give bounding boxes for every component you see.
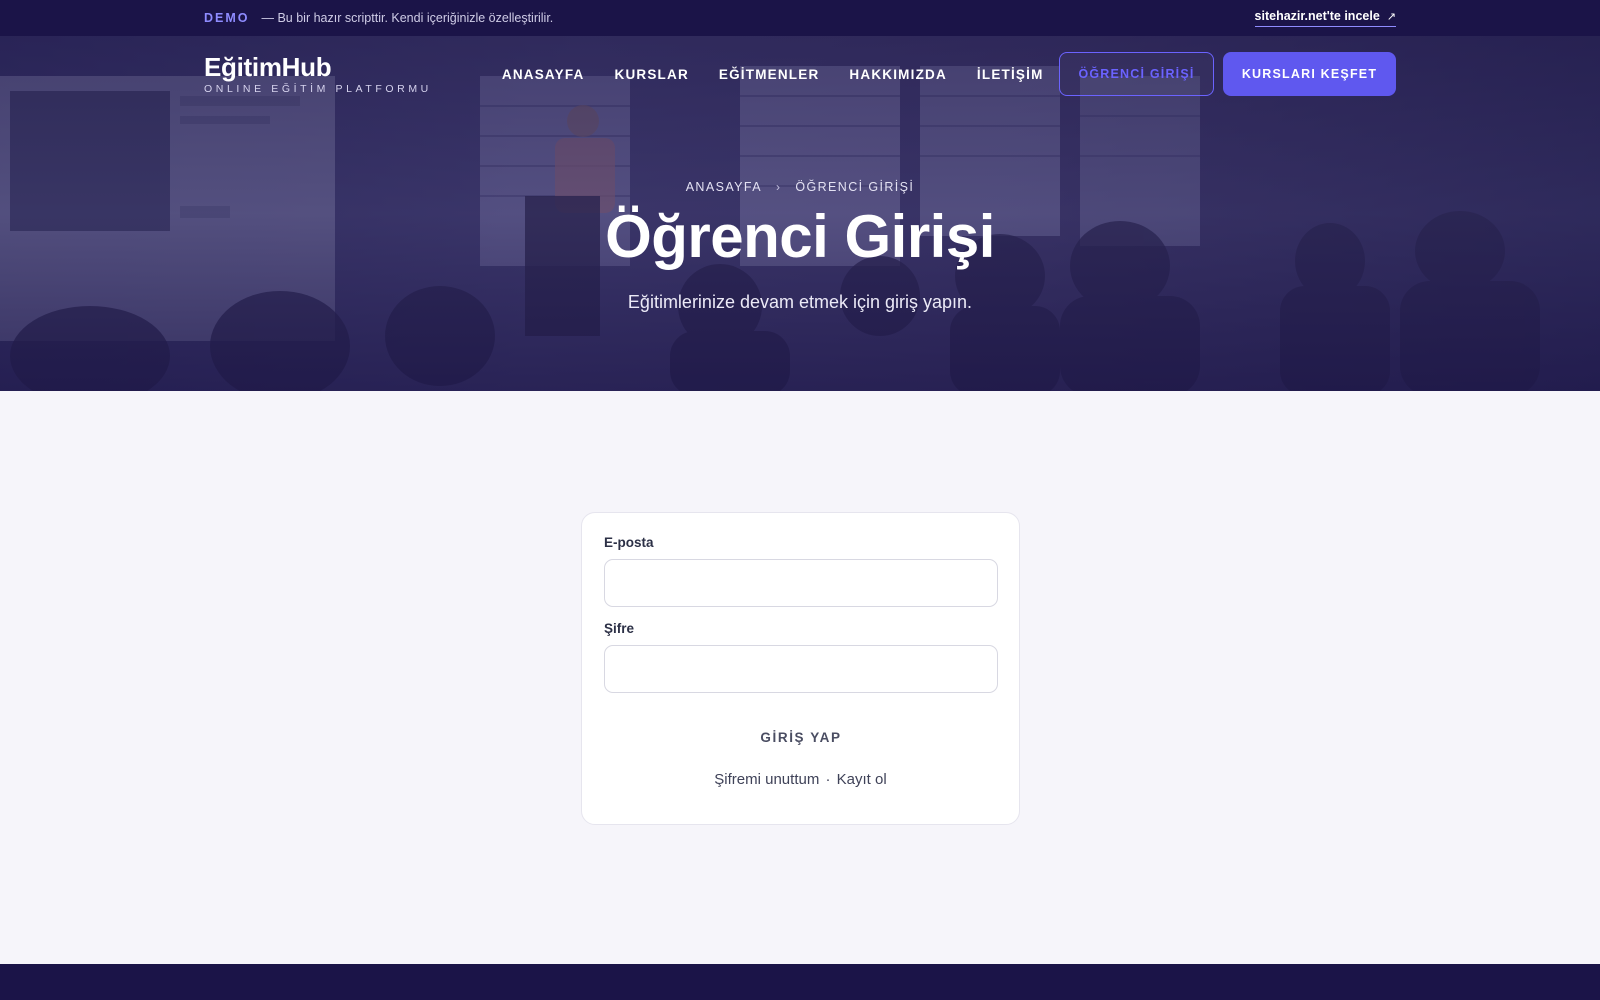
sitehazir-link[interactable]: sitehazir.net'te incele ↗	[1254, 9, 1396, 27]
demo-tag: DEMO	[204, 11, 250, 25]
forgot-password-link[interactable]: Şifremi unuttum	[714, 771, 819, 788]
demo-notice: DEMO — Bu bir hazır scripttir. Kendi içe…	[204, 11, 553, 25]
footer	[0, 964, 1600, 1000]
nav-item-egitmenler[interactable]: EĞİTMENLER	[719, 67, 820, 82]
demo-bar: DEMO — Bu bir hazır scripttir. Kendi içe…	[0, 0, 1600, 36]
site-header: EğitimHub ONLINE EĞİTİM PLATFORMU ANASAY…	[204, 52, 1396, 96]
nav-item-kurslar[interactable]: KURSLAR	[615, 67, 689, 82]
password-label: Şifre	[604, 621, 635, 636]
brand-tagline: ONLINE EĞİTİM PLATFORMU	[204, 83, 432, 95]
login-submit-button[interactable]: GİRİŞ YAP	[604, 717, 998, 757]
student-login-button[interactable]: ÖĞRENCİ GİRİŞİ	[1059, 52, 1214, 96]
nav-item-hakkimizda[interactable]: HAKKIMIZDA	[849, 67, 947, 82]
header-actions: ÖĞRENCİ GİRİŞİ KURSLARI KEŞFET	[1059, 52, 1396, 96]
password-field[interactable]	[604, 645, 998, 693]
brand-name: EğitimHub	[204, 52, 332, 82]
email-field[interactable]	[604, 559, 998, 607]
arrow-up-right-icon: ↗	[1386, 10, 1396, 23]
sitehazir-link-label: sitehazir.net'te incele	[1254, 9, 1380, 23]
page-subtitle: Eğitimlerinize devam etmek için giriş ya…	[627, 292, 973, 312]
link-separator: ·	[825, 771, 831, 788]
register-link[interactable]: Kayıt ol	[837, 771, 887, 788]
breadcrumb-current: ÖĞRENCİ GİRİŞİ	[795, 180, 915, 194]
login-card: E-posta Şifre GİRİŞ YAP Şifremi unuttum …	[581, 512, 1020, 825]
email-label: E-posta	[604, 535, 654, 550]
hero-content: ANASAYFA › ÖĞRENCİ GİRİŞİ Öğrenci Girişi…	[0, 180, 1600, 313]
card-links: Şifremi unuttum · Kayıt ol	[604, 771, 997, 788]
nav-item-iletisim[interactable]: İLETİŞİM	[977, 67, 1044, 82]
nav-item-anasayfa[interactable]: ANASAYFA	[502, 67, 585, 82]
breadcrumb-home[interactable]: ANASAYFA	[686, 180, 762, 194]
page-title: Öğrenci Girişi	[605, 203, 995, 270]
breadcrumb: ANASAYFA › ÖĞRENCİ GİRİŞİ	[686, 180, 915, 194]
chevron-right-icon: ›	[775, 180, 782, 194]
demo-text: — Bu bir hazır scripttir. Kendi içeriğin…	[261, 11, 554, 25]
main-nav: ANASAYFA KURSLAR EĞİTMENLER HAKKIMIZDA İ…	[502, 67, 1044, 82]
brand-logo[interactable]: EğitimHub ONLINE EĞİTİM PLATFORMU	[204, 53, 432, 95]
explore-courses-button[interactable]: KURSLARI KEŞFET	[1223, 52, 1396, 96]
